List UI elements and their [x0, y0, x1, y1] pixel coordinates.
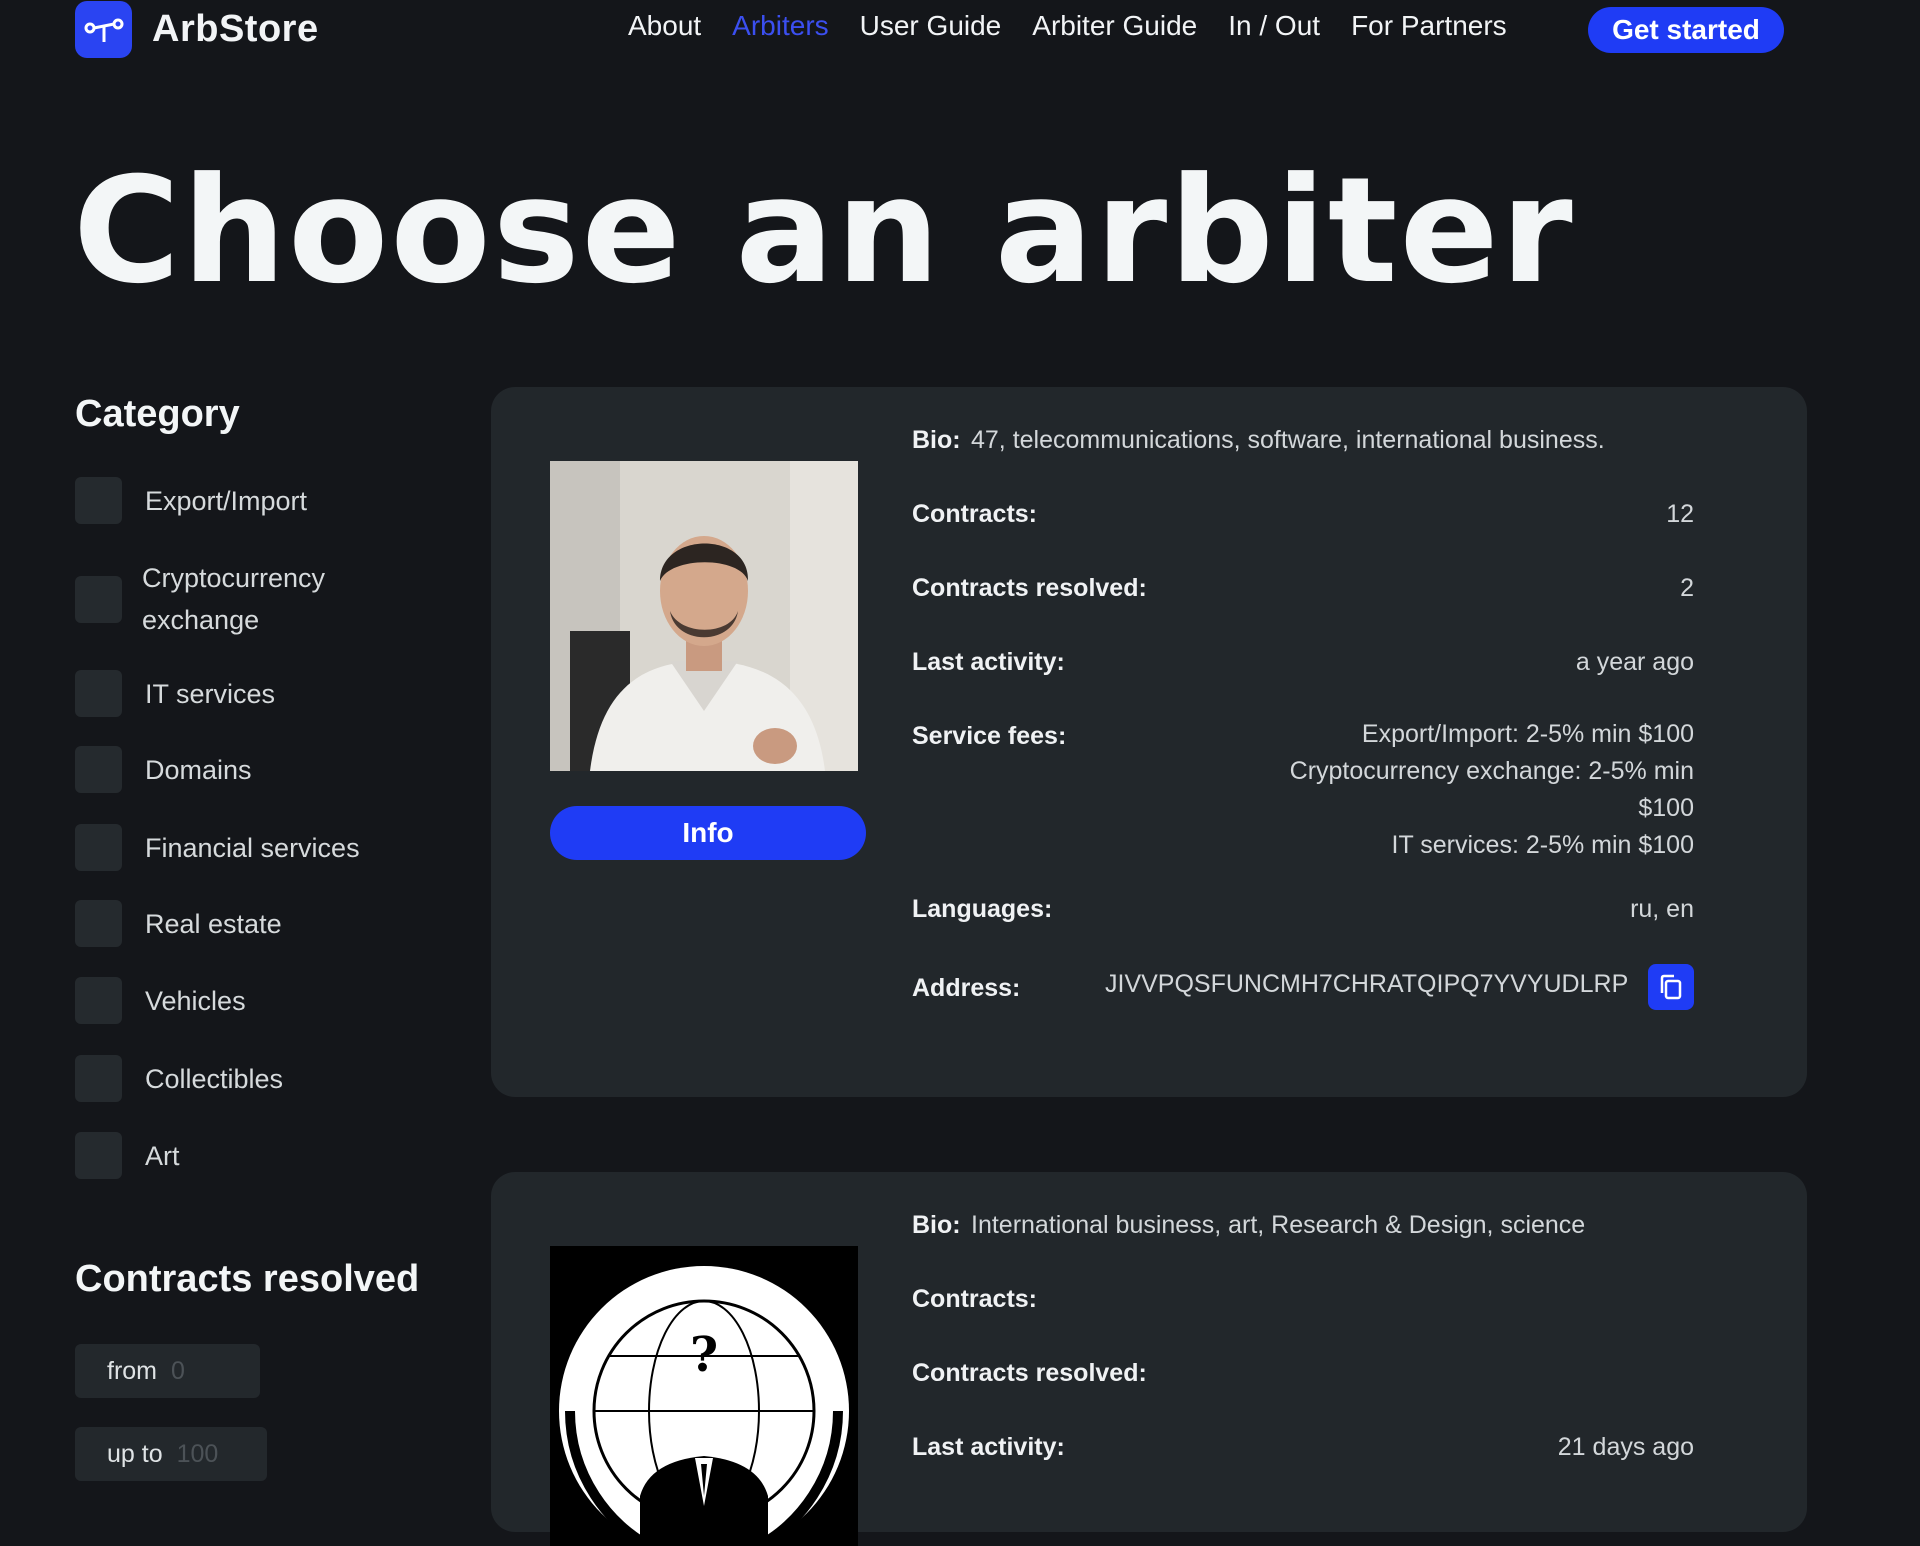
activity-value: a year ago [1575, 648, 1694, 676]
fee-line: $100 [1638, 794, 1694, 822]
activity-label: Last activity: [912, 648, 1065, 676]
category-label: Export/Import [145, 485, 308, 516]
nav-user-guide[interactable]: User Guide [860, 10, 1002, 42]
contracts-resolved-title: Contracts resolved [75, 1258, 420, 1300]
get-started-button[interactable]: Get started [1588, 7, 1784, 53]
checkbox[interactable] [75, 746, 122, 793]
category-export-import[interactable]: Export/Import [75, 477, 307, 524]
checkbox[interactable] [75, 824, 122, 871]
checkbox[interactable] [75, 1132, 122, 1179]
arbiter-card: Info Bio: 47, telecommunications, softwa… [491, 387, 1807, 1097]
from-placeholder: 0 [171, 1356, 185, 1385]
resolved-label: Contracts resolved: [912, 1359, 1147, 1387]
category-label: Cryptocurrency exchange [142, 563, 326, 635]
category-vehicles[interactable]: Vehicles [75, 977, 246, 1024]
contracts-label: Contracts: [912, 1285, 1038, 1313]
checkbox[interactable] [75, 575, 122, 623]
category-it-services[interactable]: IT services [75, 670, 275, 717]
from-input[interactable]: from 0 [75, 1344, 260, 1398]
category-art[interactable]: Art [75, 1132, 180, 1179]
category-cryptocurrency-exchange[interactable]: Cryptocurrency exchange [75, 557, 382, 641]
nav-arbiter-guide[interactable]: Arbiter Guide [1032, 10, 1197, 42]
category-label: Domains [145, 754, 252, 785]
category-title: Category [75, 393, 240, 435]
category-domains[interactable]: Domains [75, 746, 252, 793]
bio-label: Bio: [912, 1211, 961, 1239]
category-label: IT services [145, 678, 276, 709]
resolved-label: Contracts resolved: [912, 574, 1147, 602]
resolved-value: 2 [1680, 574, 1694, 602]
category-label: Vehicles [145, 985, 246, 1016]
checkbox[interactable] [75, 977, 122, 1024]
contracts-label: Contracts: [912, 500, 1038, 528]
nav-for-partners[interactable]: For Partners [1351, 10, 1507, 42]
arbiter-photo [550, 461, 858, 771]
from-label: from [107, 1356, 157, 1385]
category-label: Collectibles [145, 1063, 284, 1094]
fee-line: Export/Import: 2-5% min $100 [1361, 720, 1694, 748]
nav-about[interactable]: About [628, 10, 701, 42]
brand-name[interactable]: ArbStore [152, 8, 319, 51]
activity-label: Last activity: [912, 1433, 1065, 1461]
info-button[interactable]: Info [550, 806, 866, 860]
address-value: JIVVPQSFUNCMH7CHRATQIPQ7YVYUDLRP [1105, 970, 1629, 998]
checkbox[interactable] [75, 900, 122, 947]
top-navbar: ArbStore About Arbiters User Guide Arbit… [0, 0, 1920, 60]
languages-label: Languages: [912, 895, 1053, 923]
activity-value: 21 days ago [1557, 1433, 1694, 1461]
category-financial-services[interactable]: Financial services [75, 824, 360, 871]
checkbox[interactable] [75, 1055, 122, 1102]
bio-label: Bio: [912, 426, 961, 454]
logo-icon[interactable] [75, 1, 132, 58]
nav-arbiters[interactable]: Arbiters [732, 10, 828, 42]
fee-line: Cryptocurrency exchange: 2-5% min [1289, 757, 1694, 785]
checkbox[interactable] [75, 477, 122, 524]
arbiter-photo: ? [550, 1246, 858, 1546]
up-to-placeholder: 100 [176, 1439, 219, 1468]
category-label: Art [145, 1140, 180, 1171]
svg-text:?: ? [690, 1327, 718, 1383]
fees-label: Service fees: [912, 722, 1067, 750]
copy-icon[interactable] [1648, 964, 1694, 1010]
bio-value: International business, art, Research & … [971, 1211, 1586, 1239]
nav-in-out[interactable]: In / Out [1228, 10, 1320, 42]
contracts-value: 12 [1666, 500, 1694, 528]
page-title: Choose an arbiter [73, 146, 1575, 316]
up-to-input[interactable]: up to 100 [75, 1427, 267, 1481]
category-collectibles[interactable]: Collectibles [75, 1055, 283, 1102]
up-to-label: up to [107, 1439, 163, 1468]
address-label: Address: [912, 974, 1021, 1002]
category-label: Financial services [145, 832, 360, 863]
checkbox[interactable] [75, 670, 122, 717]
fee-line: IT services: 2-5% min $100 [1391, 831, 1694, 859]
arbiter-card: ? Bio: International business, art, Rese… [491, 1172, 1807, 1546]
category-real-estate[interactable]: Real estate [75, 900, 282, 947]
languages-value: ru, en [1630, 895, 1694, 923]
fees-value: Export/Import: 2-5% min $100 Cryptocurre… [1290, 716, 1694, 864]
bio-value: 47, telecommunications, software, intern… [971, 426, 1605, 454]
main-nav: About Arbiters User Guide Arbiter Guide … [628, 10, 1507, 42]
category-label: Real estate [145, 908, 282, 939]
